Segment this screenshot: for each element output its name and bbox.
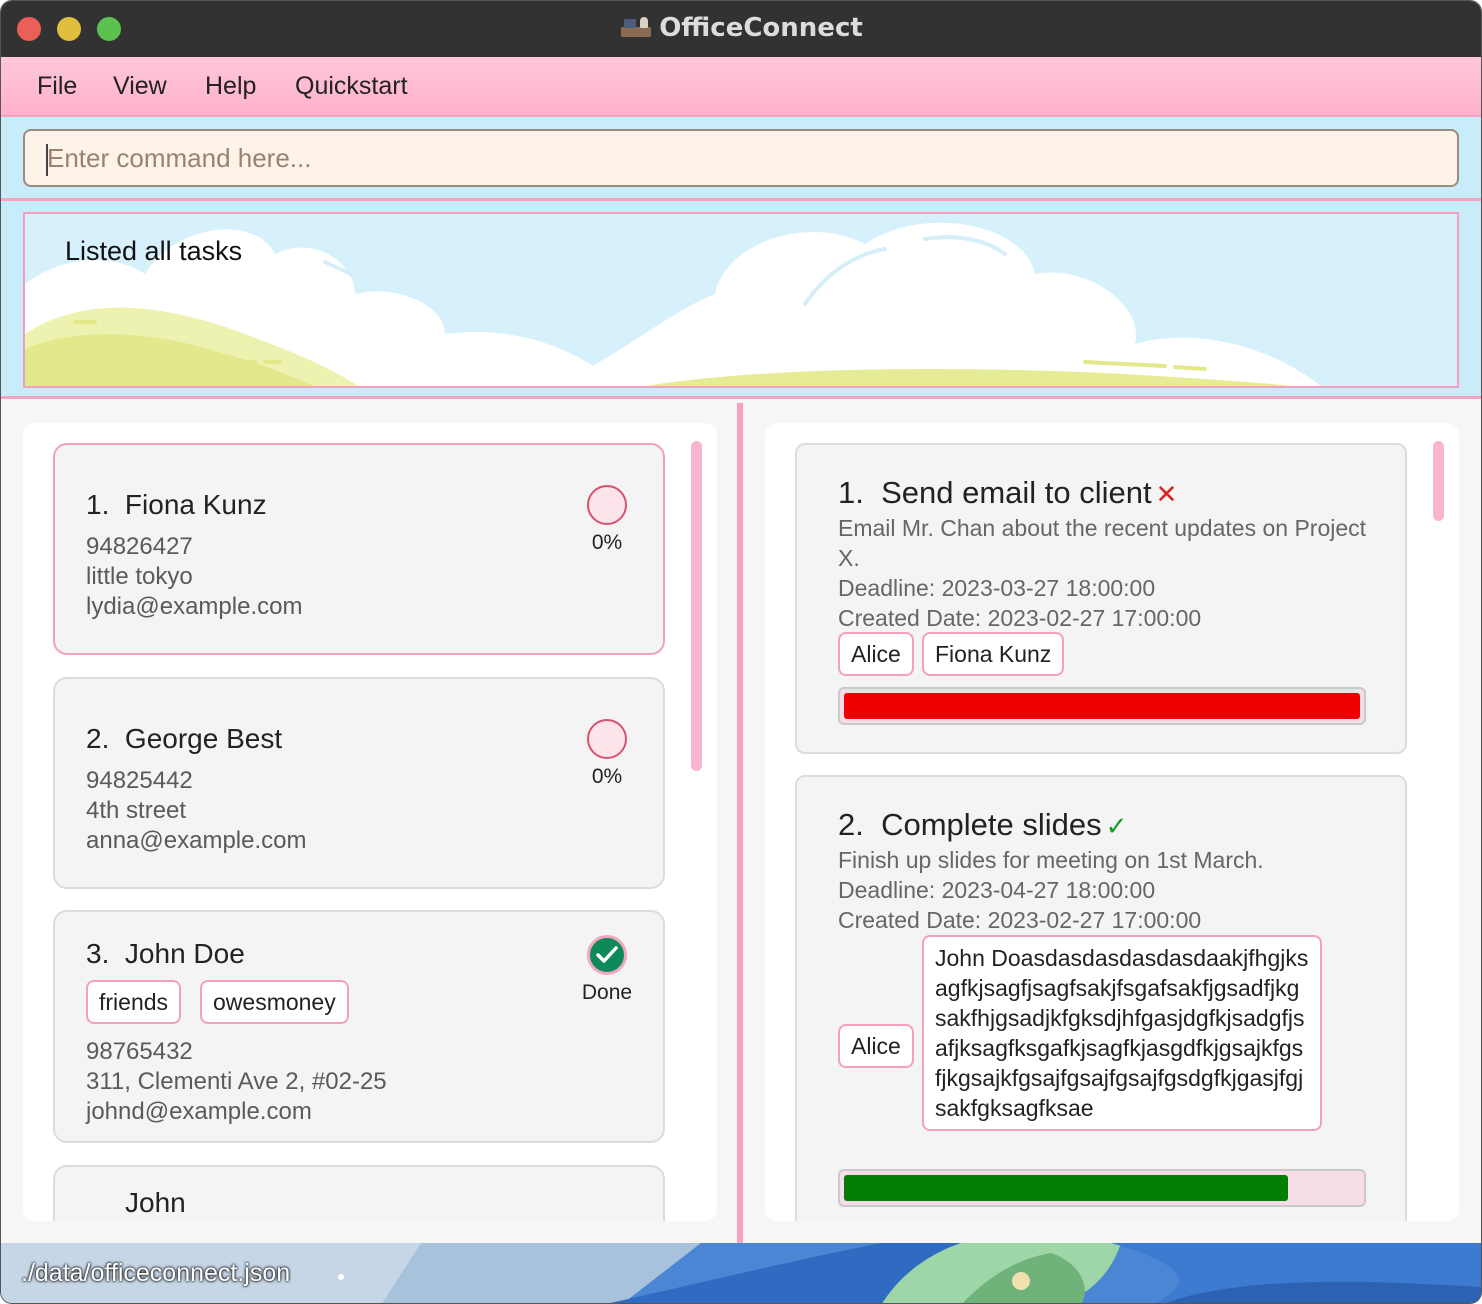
result-message: Listed all tasks	[65, 236, 243, 266]
task-deadline: Deadline: 2023-04-27 18:00:00	[838, 877, 1156, 903]
command-input[interactable]	[23, 129, 1459, 187]
app-window: OfficeConnect File View Help Quickstart	[0, 0, 1482, 1304]
person-name: John	[125, 1187, 186, 1218]
person-email: anna@example.com	[86, 827, 307, 854]
person-name-row: 2. George Best	[86, 723, 282, 755]
task-assignee-tag: Alice	[838, 1024, 914, 1068]
person-email: lydia@example.com	[86, 593, 303, 620]
task-title-row: 1. Send email to client ✕	[838, 475, 1177, 511]
person-name: George Best	[124, 723, 283, 754]
status-done-icon	[587, 935, 627, 975]
task-title-row: 2. Complete slides ✓	[838, 807, 1127, 843]
person-card[interactable]: 3. John Doe friends owesmoney 98765432 3…	[53, 910, 665, 1143]
task-progress-bar	[838, 687, 1366, 725]
title-bar: OfficeConnect	[1, 1, 1481, 57]
task-index: 1.	[838, 475, 864, 510]
task-title: Send email to client	[881, 475, 1152, 510]
task-progress-fill	[844, 1175, 1288, 1201]
task-deadline: Deadline: 2023-03-27 18:00:00	[838, 575, 1156, 601]
task-card[interactable]: 2. Complete slides ✓ Finish up slides for…	[795, 775, 1407, 1221]
person-progress-label: 0%	[591, 765, 623, 788]
task-list-panel[interactable]: 1. Send email to client ✕ Email Mr. Chan …	[765, 423, 1459, 1221]
person-progress-label: Done	[581, 981, 633, 1004]
window-title-group: OfficeConnect	[1, 13, 1481, 43]
split-pane-divider[interactable]	[737, 403, 743, 1243]
result-display: Listed all tasks	[23, 212, 1459, 388]
menu-quickstart[interactable]: Quickstart	[295, 72, 408, 101]
person-progress-label: 0%	[591, 531, 623, 554]
person-phone: 94826427	[86, 533, 193, 560]
task-description-continued: X.	[838, 545, 860, 571]
task-list-scrollbar[interactable]	[1433, 441, 1444, 521]
text-caret	[46, 144, 48, 176]
menu-file[interactable]: File	[37, 72, 77, 101]
status-circle-icon	[587, 485, 627, 525]
person-card[interactable]: 2. George Best 94825442 4th street anna@…	[53, 677, 665, 889]
person-phone: 94825442	[86, 767, 193, 794]
person-phone: 98765432	[86, 1038, 193, 1065]
app-logo-icon	[621, 17, 652, 39]
person-address: little tokyo	[86, 563, 193, 590]
task-created-date: Created Date: 2023-02-27 17:00:00	[838, 605, 1202, 631]
person-index: 3.	[86, 938, 110, 969]
task-index: 2.	[838, 807, 864, 842]
status-circle-icon	[587, 719, 627, 759]
task-description: Finish up slides for meeting on 1st Marc…	[838, 847, 1264, 873]
person-name: John Doe	[124, 938, 245, 969]
person-address: 4th street	[86, 797, 187, 824]
person-tag: friends	[86, 980, 182, 1024]
person-list-scrollbar[interactable]	[691, 441, 702, 771]
menu-view[interactable]: View	[113, 72, 167, 101]
task-assignee-tag: Alice	[838, 632, 914, 676]
task-assignee-tag-long: John Doasdasdasdasdasdaakjfhgjksagfkjsag…	[922, 935, 1322, 1131]
window-title: OfficeConnect	[659, 13, 863, 43]
task-description: Email Mr. Chan about the recent updates …	[838, 515, 1367, 541]
person-name: Fiona Kunz	[124, 489, 267, 520]
menu-bar: File View Help Quickstart	[1, 57, 1481, 117]
task-progress-fill	[844, 693, 1360, 719]
person-email: johnd@example.com	[86, 1098, 312, 1125]
task-assignee-tag: Fiona Kunz	[922, 632, 1065, 676]
task-title: Complete slides	[881, 807, 1102, 842]
person-list-panel[interactable]: 1. Fiona Kunz 94826427 little tokyo lydi…	[23, 423, 717, 1221]
task-card[interactable]: 1. Send email to client ✕ Email Mr. Chan …	[795, 443, 1407, 754]
person-name-row: 1. Fiona Kunz	[86, 489, 267, 521]
save-file-path: ./data/officeconnect.json	[21, 1259, 291, 1287]
person-address: 311, Clementi Ave 2, #02-25	[86, 1068, 387, 1095]
person-index: 2.	[86, 723, 110, 754]
task-progress-bar	[838, 1169, 1366, 1207]
person-index: 1.	[86, 489, 110, 520]
command-area	[1, 117, 1481, 201]
task-created-date: Created Date: 2023-02-27 17:00:00	[838, 907, 1202, 933]
menu-help[interactable]: Help	[205, 72, 256, 101]
result-area: Listed all tasks	[1, 201, 1481, 399]
person-card[interactable]: John	[53, 1165, 665, 1221]
person-tag: owesmoney	[200, 980, 349, 1024]
status-bar: ./data/officeconnect.json	[1, 1243, 1481, 1303]
person-card[interactable]: 1. Fiona Kunz 94826427 little tokyo lydi…	[53, 443, 665, 655]
completed-check-icon: ✓	[1105, 811, 1128, 841]
checkmark-icon	[596, 946, 618, 963]
person-name-row: 3. John Doe	[86, 938, 245, 970]
incomplete-x-icon: ✕	[1155, 479, 1178, 509]
